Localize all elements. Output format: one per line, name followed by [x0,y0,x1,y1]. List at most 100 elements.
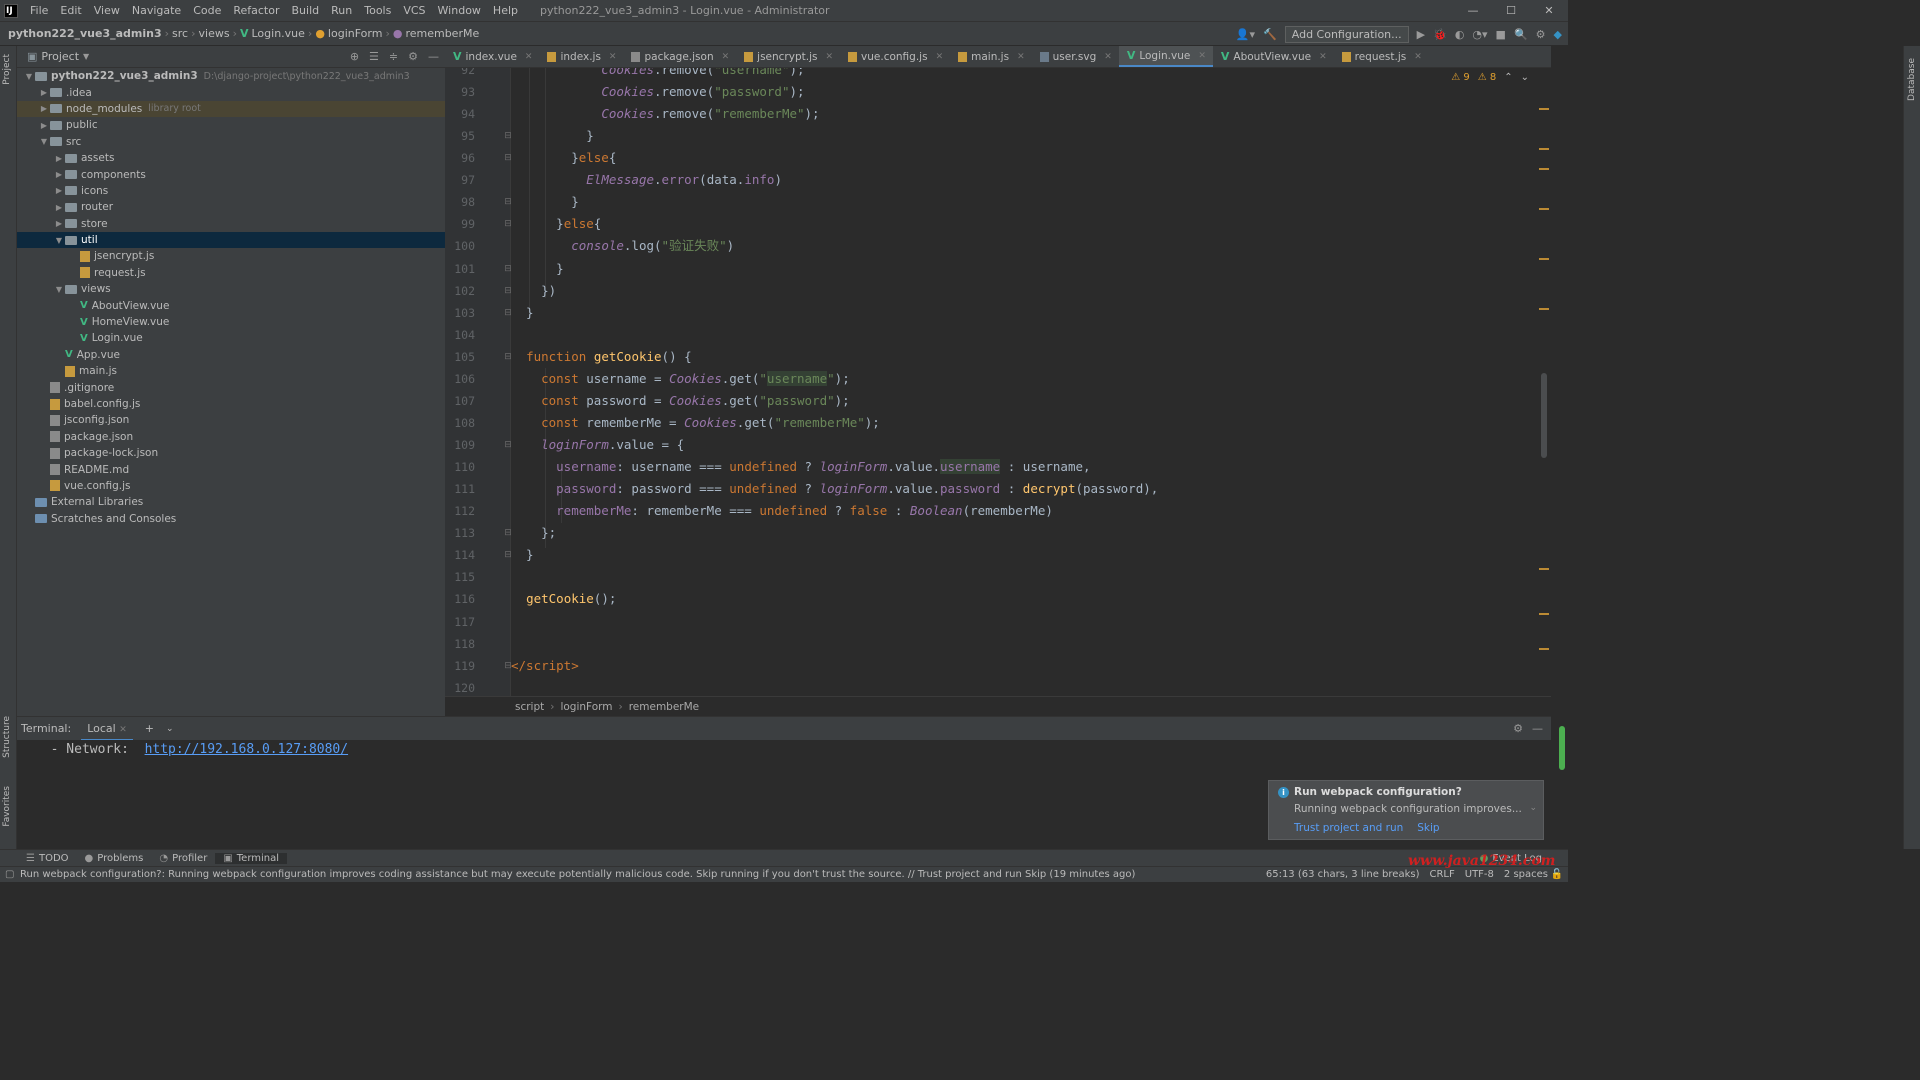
locate-icon[interactable]: ⊕ [350,50,359,63]
collapse-all-icon[interactable]: ≑ [389,50,398,63]
profile-icon[interactable]: ◔▾ [1472,28,1487,41]
chevron-down-icon[interactable]: ▼ [53,285,65,294]
code-line[interactable]: getCookie(); [511,588,1541,610]
run-icon[interactable]: ▶ [1417,28,1425,41]
menu-build[interactable]: Build [286,4,326,17]
database-side-tab[interactable]: Database [1907,58,1917,101]
project-panel-title[interactable]: Project [41,50,79,63]
code-line[interactable]: } [511,302,1541,324]
tree-item[interactable]: .gitignore [17,379,445,395]
code-line[interactable] [511,611,1541,633]
tree-item[interactable]: ▶ icons [17,183,445,199]
code-line[interactable]: } [511,544,1541,566]
chevron-right-icon[interactable]: ▶ [38,104,50,113]
close-tab-icon[interactable]: ✕ [1198,51,1206,61]
lock-icon[interactable]: 🔓 [1551,869,1563,880]
tree-item[interactable]: vue.config.js [17,478,445,494]
search-icon[interactable]: 🔍 [1514,28,1528,41]
build-hammer-icon[interactable]: 🔨 [1263,28,1277,41]
chevron-down-icon[interactable]: ⌄ [166,724,174,734]
code-line[interactable]: const username = Cookies.get("username")… [511,368,1541,390]
add-configuration-button[interactable]: Add Configuration... [1284,25,1409,43]
tree-item[interactable]: ▼ views [17,281,445,297]
inspection-widget[interactable]: ⚠ 9 ⚠ 8 ⌃ ⌄ [1451,72,1529,83]
hide-panel-icon[interactable]: — [428,50,439,63]
menu-file[interactable]: File [24,4,54,17]
code-line[interactable]: } [511,125,1541,147]
code-line[interactable]: Cookies.remove("password"); [511,81,1541,103]
expand-chevron-icon[interactable]: ⌄ [1529,803,1537,813]
chevron-right-icon[interactable]: ▶ [53,203,65,212]
tree-item[interactable]: Scratches and Consoles [17,511,445,527]
tree-item[interactable]: jsencrypt.js [17,248,445,264]
coverage-icon[interactable]: ◐ [1455,28,1465,41]
tree-item[interactable]: V HomeView.vue [17,314,445,330]
tree-item[interactable]: main.js [17,363,445,379]
editor-tab[interactable]: jsencrypt.js ✕ [736,46,840,67]
close-window-button[interactable]: ✕ [1530,0,1568,22]
code-line[interactable]: console.log("验证失败") [511,235,1541,257]
code-line[interactable]: const rememberMe = Cookies.get("remember… [511,412,1541,434]
tree-item[interactable]: V AboutView.vue [17,297,445,313]
tree-item[interactable]: ▶ node_modules library root [17,100,445,118]
editor-tab[interactable]: main.js ✕ [950,46,1032,67]
menu-navigate[interactable]: Navigate [126,4,187,17]
close-tab-icon[interactable]: ✕ [825,52,833,62]
settings-gear-icon[interactable]: ⚙ [1536,28,1546,41]
code-line[interactable]: username: username === undefined ? login… [511,456,1541,478]
tree-item[interactable]: V App.vue [17,347,445,363]
nav-crumb-rememberme[interactable]: ● rememberMe [390,27,482,40]
line-separator[interactable]: CRLF [1429,869,1454,880]
chevron-right-icon[interactable]: ▶ [53,154,65,163]
terminal-tab-local[interactable]: Local ✕ [81,717,133,741]
code-line[interactable] [511,633,1541,655]
tree-item[interactable]: External Libraries [17,494,445,510]
tool-window-todo[interactable]: ☰ TODO [18,853,77,864]
code-line[interactable]: Cookies.remove("username"); [511,68,1541,81]
menu-edit[interactable]: Edit [54,4,87,17]
chevron-right-icon[interactable]: ▶ [53,186,65,195]
favorites-side-tab[interactable]: Favorites [2,786,12,827]
tree-item[interactable]: request.js [17,265,445,281]
code-line[interactable]: password: password === undefined ? login… [511,478,1541,500]
next-highlight-icon[interactable]: ⌄ [1521,72,1529,83]
menu-view[interactable]: View [88,4,126,17]
tree-item[interactable]: ▼ python222_vue3_admin3 D:\django-project\… [17,68,445,84]
close-tab-icon[interactable]: ✕ [1319,52,1327,62]
tree-item[interactable]: ▶ store [17,216,445,232]
terminal-settings-icon[interactable]: ⚙ [1513,722,1523,735]
code-crumb-script[interactable]: script [515,701,544,713]
tree-item[interactable]: ▶ .idea [17,84,445,100]
code-line[interactable]: }; [511,522,1541,544]
panel-settings-icon[interactable]: ⚙ [408,50,418,63]
tree-item[interactable]: ▼ util [17,231,445,249]
close-tab-icon[interactable]: ✕ [525,52,533,62]
nav-project[interactable]: python222_vue3_admin3 [0,27,165,40]
code-line[interactable]: } [511,258,1541,280]
tree-item[interactable]: babel.config.js [17,396,445,412]
menu-refactor[interactable]: Refactor [227,4,285,17]
code-editor[interactable]: 92 93 94 95 ⊟ 96 ⊟ 97 98 ⊟ 99 ⊟ 100 101 ⊟ 102 ⊟ 103 ⊟ 104 10… [445,68,1551,696]
previous-highlight-icon[interactable]: ⌃ [1504,72,1512,83]
tree-item[interactable]: ▶ router [17,199,445,215]
tree-item[interactable]: ▼ src [17,134,445,150]
code-line[interactable] [511,566,1541,588]
code-line[interactable]: </script> [511,655,1541,677]
editor-tab[interactable]: vue.config.js ✕ [840,46,950,67]
chevron-right-icon[interactable]: ▶ [38,88,50,97]
new-terminal-icon[interactable]: + [145,722,154,735]
nav-crumb-src[interactable]: src [169,27,191,40]
editor-tab[interactable]: Vindex.vue ✕ [445,46,539,67]
tree-item[interactable]: V Login.vue [17,330,445,346]
indent-setting[interactable]: 2 spaces [1504,869,1548,880]
code-crumb-rememberme[interactable]: rememberMe [629,701,699,713]
close-tab-icon[interactable]: ✕ [1104,52,1112,62]
editor-tab[interactable]: V Login.vue ✕ [1118,46,1213,67]
tree-item[interactable]: README.md [17,461,445,477]
editor-tab[interactable]: index.js ✕ [539,46,623,67]
maximize-button[interactable]: ☐ [1492,0,1530,22]
tree-item[interactable]: ▶ components [17,166,445,182]
code-line[interactable]: ElMessage.error(data.info) [511,169,1541,191]
code-line[interactable]: }) [511,280,1541,302]
code-line[interactable]: rememberMe: rememberMe === undefined ? f… [511,500,1541,522]
